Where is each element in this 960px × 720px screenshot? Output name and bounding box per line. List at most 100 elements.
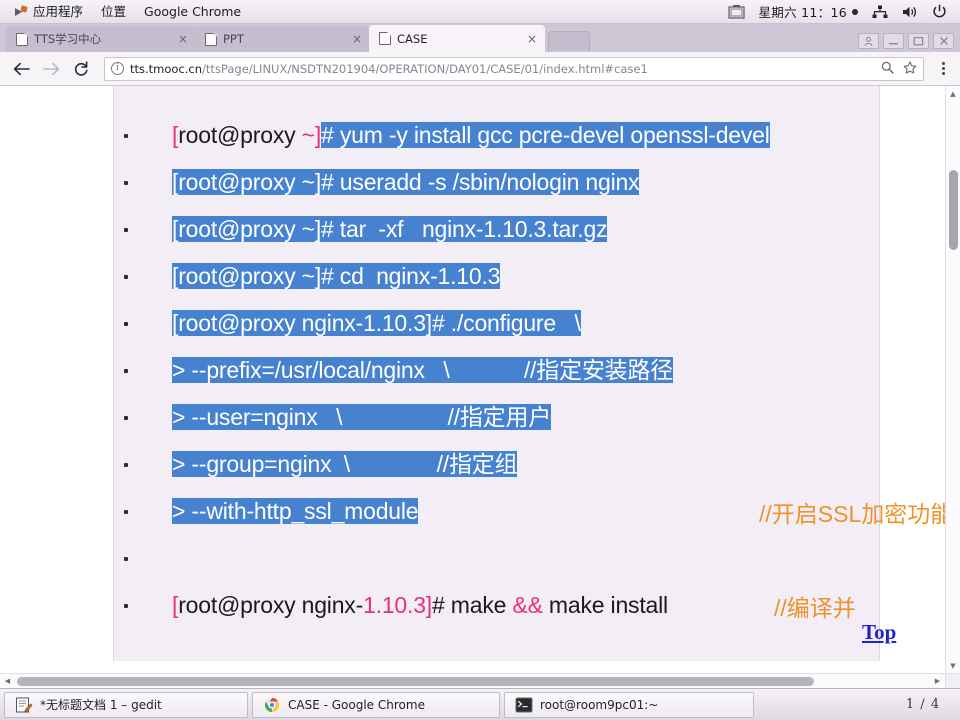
- panel-menus: 应用程序 位置 Google Chrome: [0, 1, 250, 23]
- command-text: > --user=nginx \ //指定用户: [172, 403, 551, 431]
- command-text: [root@proxy nginx-1.10.3]# make && make …: [172, 591, 668, 619]
- kebab-dot: [941, 62, 945, 65]
- profile-icon[interactable]: [858, 33, 879, 49]
- chrome-icon: [264, 697, 280, 712]
- bookmark-star-icon[interactable]: [903, 60, 917, 77]
- horizontal-scrollbar[interactable]: ◀ ▶: [0, 673, 945, 688]
- taskbar-item-chrome[interactable]: CASE - Google Chrome: [252, 691, 500, 718]
- places-menu[interactable]: 位置: [92, 1, 135, 23]
- tab-close-icon[interactable]: ×: [338, 33, 362, 45]
- command-segment: > --prefix=/usr/local/nginx \ //指定安装路径: [172, 357, 674, 384]
- volume-icon[interactable]: [895, 1, 925, 23]
- minimize-icon[interactable]: [883, 33, 904, 49]
- kebab-dot: [941, 72, 945, 75]
- scroll-down-icon[interactable]: ▼: [946, 658, 960, 673]
- screenshot-icon[interactable]: [721, 1, 752, 23]
- command-line: > --group=nginx \ //指定组: [114, 441, 879, 488]
- course-page: [root@proxy ~]# yum -y install gcc pcre-…: [113, 86, 953, 661]
- command-segment: [root@proxy ~]# tar -xf nginx-1.10.3.tar…: [172, 216, 608, 243]
- tab-title: TTS学习中心: [34, 32, 102, 46]
- command-segment: &&: [512, 592, 543, 619]
- back-button[interactable]: [8, 56, 34, 82]
- gedit-icon: [16, 697, 33, 712]
- back-arrow-icon: [13, 62, 30, 75]
- scroll-right-icon[interactable]: ▶: [930, 677, 945, 685]
- command-segment: root@proxy: [178, 122, 302, 149]
- taskbar-item-label: CASE - Google Chrome: [288, 697, 425, 712]
- terminal-icon: [515, 697, 533, 712]
- volume-icon-svg: [903, 6, 917, 17]
- search-icon[interactable]: [881, 61, 894, 77]
- tab-case[interactable]: CASE ×: [369, 25, 545, 52]
- power-icon[interactable]: [925, 1, 954, 23]
- tab-tts[interactable]: TTS学习中心 ×: [6, 26, 196, 52]
- forward-button: [38, 56, 64, 82]
- taskbar-item-terminal[interactable]: root@room9pc01:~: [504, 691, 754, 718]
- page-icon: [379, 32, 391, 45]
- reload-button[interactable]: [68, 56, 94, 82]
- command-list: [root@proxy ~]# yum -y install gcc pcre-…: [114, 112, 953, 629]
- command-text: [root@proxy ~]# cd nginx-1.10.3: [172, 262, 500, 290]
- profile-icon-svg: [864, 36, 873, 46]
- command-text: [root@proxy nginx-1.10.3]# ./configure \: [172, 309, 581, 337]
- chrome-menu-button[interactable]: [934, 62, 952, 75]
- chrome-menu-label: Google Chrome: [144, 3, 242, 19]
- reload-icon: [74, 60, 88, 76]
- minimize-icon-svg: [889, 42, 898, 44]
- command-annotation: //编译并: [774, 594, 856, 621]
- command-line: [root@proxy ~]# yum -y install gcc pcre-…: [114, 112, 879, 159]
- command-segment: root@proxy nginx-: [178, 592, 364, 619]
- vertical-scroll-thumb[interactable]: [949, 170, 958, 250]
- page-icon: [16, 32, 28, 46]
- top-link[interactable]: Top: [862, 620, 896, 645]
- clock[interactable]: 星期六 11：16: [752, 1, 866, 23]
- tab-close-icon[interactable]: ×: [513, 33, 537, 45]
- page-info-icon[interactable]: i: [111, 62, 124, 75]
- horizontal-scroll-track[interactable]: [15, 674, 930, 689]
- tab-close-icon[interactable]: ×: [164, 33, 188, 45]
- command-text: > --with-http_ssl_module: [172, 497, 419, 525]
- scroll-up-icon[interactable]: ▲: [946, 86, 960, 101]
- scroll-left-icon[interactable]: ◀: [0, 677, 15, 685]
- workspace-switcher[interactable]: 1 / 4: [890, 693, 956, 717]
- network-icon[interactable]: [865, 1, 895, 23]
- command-segment: # yum -y install gcc pcre-devel openssl-…: [321, 122, 770, 149]
- notification-dot-icon: [852, 8, 858, 15]
- url-path: /ttsPage/LINUX/NSDTN201904/OPERATION/DAY…: [202, 61, 648, 76]
- close-icon[interactable]: [933, 33, 954, 49]
- vertical-scrollbar[interactable]: ▲ ▼: [945, 86, 960, 673]
- omnibox-actions: [873, 60, 917, 77]
- chrome-menu[interactable]: Google Chrome: [135, 1, 250, 23]
- close-icon-svg: [939, 37, 948, 45]
- new-tab-button[interactable]: [548, 31, 590, 51]
- command-segment: [root@proxy nginx-1.10.3]# ./configure \: [172, 310, 581, 337]
- command-segment: > --group=nginx \ //指定组: [172, 451, 518, 478]
- taskbar-item-label: root@room9pc01:~: [540, 697, 659, 712]
- applications-menu-label: 应用程序: [33, 3, 84, 19]
- taskbar-item-label: *无标题文档 1 – gedit: [40, 698, 162, 712]
- forward-arrow-icon: [42, 62, 59, 75]
- command-segment: [root@proxy ~]# useradd -s /sbin/nologin…: [172, 169, 640, 196]
- command-line: [root@proxy ~]# tar -xf nginx-1.10.3.tar…: [114, 206, 879, 253]
- power-icon-svg: [933, 4, 946, 18]
- command-text: [root@proxy ~]# useradd -s /sbin/nologin…: [172, 168, 640, 196]
- command-segment: > --with-http_ssl_module: [172, 498, 419, 525]
- maximize-icon[interactable]: [908, 33, 929, 49]
- star-icon-svg: [903, 60, 917, 74]
- horizontal-scroll-thumb[interactable]: [17, 676, 814, 686]
- maximize-icon-svg: [913, 37, 924, 46]
- command-line: [114, 535, 879, 582]
- tab-strip: TTS学习中心 × PPT × CASE ×: [0, 24, 960, 52]
- address-bar[interactable]: i tts.tmooc.cn /ttsPage/LINUX/NSDTN20190…: [104, 56, 924, 81]
- tab-title: CASE: [397, 31, 428, 46]
- command-line: > --prefix=/usr/local/nginx \ //指定安装路径: [114, 347, 879, 394]
- taskbar-item-gedit[interactable]: *无标题文档 1 – gedit: [4, 691, 248, 718]
- command-segment: ~]: [301, 122, 322, 149]
- tab-ppt[interactable]: PPT ×: [195, 26, 370, 52]
- command-line: > --with-http_ssl_module //开启SSL加密功能: [114, 488, 953, 535]
- command-text: > --group=nginx \ //指定组: [172, 450, 518, 478]
- command-text: [root@proxy ~]# yum -y install gcc pcre-…: [172, 121, 770, 149]
- screenshot-icon-svg: [727, 5, 745, 19]
- browser-toolbar: i tts.tmooc.cn /ttsPage/LINUX/NSDTN20190…: [0, 52, 960, 86]
- applications-menu[interactable]: 应用程序: [6, 1, 92, 23]
